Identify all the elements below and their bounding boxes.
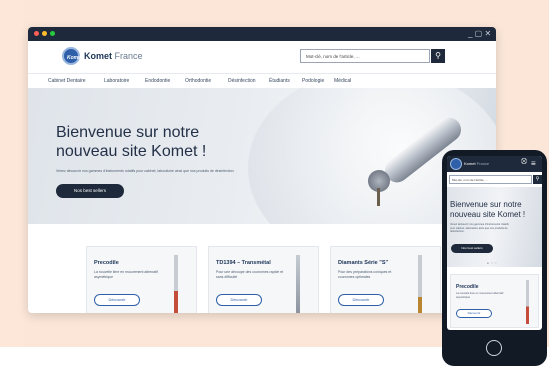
phone-card-title: Precodile: [456, 284, 479, 290]
bur-image: [377, 188, 380, 206]
card-title: Precodile: [94, 260, 119, 266]
card-text: Pour une découpe des couronnes rapide et…: [216, 270, 284, 279]
phone-hero: Bienvenue sur notre nouveau site Komet !…: [447, 187, 542, 267]
best-sellers-button[interactable]: Nos best sellers: [56, 184, 124, 198]
phone-card-text: La nouvelle lime en mouvement alternatif…: [456, 292, 504, 299]
home-button[interactable]: [486, 340, 502, 356]
phone-best-sellers-button[interactable]: Nos best sellers: [451, 244, 493, 253]
nav-item-laboratoire[interactable]: Laboratoire: [104, 78, 129, 84]
nav-item-etudiants[interactable]: Étudiants: [269, 78, 290, 84]
discover-button[interactable]: Découvrir: [216, 294, 262, 306]
search-input[interactable]: Mot-clé, nom de l'article, ...: [300, 49, 430, 63]
brand-label: Komet: [84, 51, 113, 61]
hero-subtitle: Venez découvrir nos gammes d'instruments…: [56, 169, 235, 173]
discover-button[interactable]: Découvrir: [94, 294, 140, 306]
minimize-dot-icon[interactable]: [42, 31, 47, 36]
phone-header: Komet France ⛒ ≡: [447, 156, 542, 172]
diamond-bur-image: [418, 255, 422, 313]
phone-brand-name[interactable]: Komet France: [464, 161, 489, 166]
mobile-phone-mockup: Komet France ⛒ ≡ Mot-clé, nom de l'artic…: [442, 150, 547, 366]
card-title: Diamants Série "S": [338, 260, 389, 266]
desktop-browser-window: _ ▢ ✕ Komet Komet France Mot-clé, nom de…: [28, 27, 496, 313]
phone-product-card[interactable]: Precodile La nouvelle lime en mouvement …: [450, 274, 539, 328]
komet-logo[interactable]: Komet: [62, 47, 83, 65]
card-title: TD1394 – Transmétal: [216, 260, 271, 266]
menu-icon[interactable]: ≡: [531, 159, 540, 168]
bur-instrument-image: [296, 255, 300, 313]
card-text: Pour des préparations coniques et couron…: [338, 270, 392, 279]
cart-icon[interactable]: ⛒: [521, 159, 529, 168]
brand-name[interactable]: Komet France: [84, 51, 143, 61]
phone-hero-title: Bienvenue sur notre nouveau site Komet !: [450, 200, 526, 219]
window-controls[interactable]: _ ▢ ✕: [468, 29, 491, 39]
product-card-diamants[interactable]: Diamants Série "S" Pour des préparations…: [330, 246, 441, 313]
logo-text: Komet: [67, 55, 83, 61]
close-dot-icon[interactable]: [34, 31, 39, 36]
nav-item-podologie[interactable]: Podologie: [302, 78, 324, 84]
brand-region: France: [114, 51, 143, 61]
nav-item-cabinet-dentaire[interactable]: Cabinet Dentaire: [48, 78, 86, 84]
phone-komet-logo[interactable]: [450, 158, 462, 170]
search-icon: ⚲: [535, 176, 540, 182]
phone-search-button[interactable]: ⚲: [533, 175, 542, 184]
search-button[interactable]: ⚲: [431, 49, 445, 63]
file-instrument-image: [174, 255, 178, 313]
hero-title-line2: nouveau site Komet !: [56, 143, 207, 160]
phone-brand-label: Komet: [464, 161, 476, 166]
hero-title: Bienvenue sur notre nouveau site Komet !: [56, 123, 276, 161]
main-nav: Cabinet Dentaire Laboratoire Endodontie …: [28, 73, 496, 88]
phone-discover-button[interactable]: Découvrir: [456, 309, 492, 318]
phone-screen: Komet France ⛒ ≡ Mot-clé, nom de l'artic…: [447, 156, 542, 330]
product-card-precodile[interactable]: Precodile La nouvelle lime en mouvement …: [86, 246, 197, 313]
browser-titlebar: _ ▢ ✕: [28, 27, 496, 41]
nav-item-orthodontie[interactable]: Orthodontie: [185, 78, 211, 84]
nav-item-desinfection[interactable]: Désinfection: [228, 78, 256, 84]
maximize-dot-icon[interactable]: [50, 31, 55, 36]
nav-item-endodontie[interactable]: Endodontie: [145, 78, 170, 84]
phone-hero-subtitle: Venez découvrir nos gammes d'instruments…: [450, 223, 509, 234]
hero-title-line1: Bienvenue sur notre: [56, 124, 200, 141]
phone-search-input[interactable]: Mot-clé, nom de l'article, ...: [449, 175, 532, 184]
phone-brand-region: France: [476, 161, 490, 166]
nav-item-medical[interactable]: Médical: [334, 78, 351, 84]
background-left: [0, 0, 23, 347]
product-card-td1394[interactable]: TD1394 – Transmétal Pour une découpe des…: [208, 246, 319, 313]
card-text: La nouvelle lime en mouvement alternatif…: [94, 270, 158, 279]
hero-banner: Bienvenue sur notre nouveau site Komet !…: [28, 88, 496, 224]
carousel-dots[interactable]: ●○○: [487, 261, 498, 265]
search-icon: ⚲: [435, 51, 441, 60]
discover-button[interactable]: Découvrir: [338, 294, 384, 306]
phone-file-instrument-image: [526, 280, 529, 324]
